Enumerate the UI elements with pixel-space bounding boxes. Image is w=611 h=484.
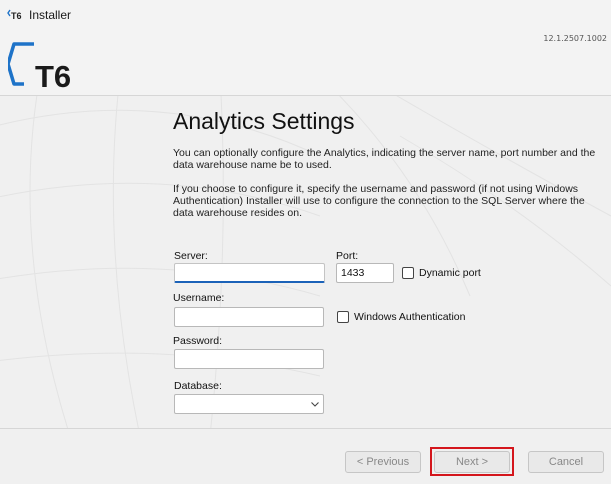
username-input[interactable] [174,307,324,327]
app-icon: T6 [7,8,23,22]
svg-text:T6: T6 [11,11,22,21]
dynamic-port-label: Dynamic port [419,267,481,279]
version-label: 12.1.2507.1002 [543,34,607,43]
username-label: Username: [173,292,225,304]
installer-header: T6 12.1.2507.1002 [0,30,611,96]
page-title: Analytics Settings [173,108,355,134]
content-panel: Analytics Settings You can optionally co… [0,96,611,428]
cancel-button[interactable]: Cancel [528,451,604,473]
intro-text: You can optionally configure the Analyti… [173,147,596,171]
dynamic-port-checkbox[interactable]: Dynamic port [402,267,481,279]
chevron-down-icon[interactable] [310,399,320,409]
svg-text:T6: T6 [35,59,71,90]
database-select[interactable] [174,394,324,414]
password-input[interactable] [174,349,324,369]
server-input[interactable] [174,263,325,283]
dynamic-port-checkbox-box[interactable] [402,267,414,279]
server-label: Server: [174,250,208,262]
windows-authentication-checkbox[interactable]: Windows Authentication [337,311,465,323]
instructions-text: If you choose to configure it, specify t… [173,183,585,219]
background-globe-art [0,96,611,428]
window-title: Installer [29,8,72,22]
footer-bar: < Previous Next > Cancel [0,429,611,484]
windows-authentication-checkbox-box[interactable] [337,311,349,323]
windows-authentication-label: Windows Authentication [354,311,466,323]
database-label: Database: [174,380,222,392]
port-input[interactable]: 1433 [336,263,394,283]
previous-button[interactable]: < Previous [345,451,421,473]
t6-logo: T6 [8,42,71,90]
password-label: Password: [173,335,223,347]
next-button[interactable]: Next > [434,451,510,473]
port-label: Port: [336,250,359,262]
title-bar: T6 Installer [0,0,611,30]
